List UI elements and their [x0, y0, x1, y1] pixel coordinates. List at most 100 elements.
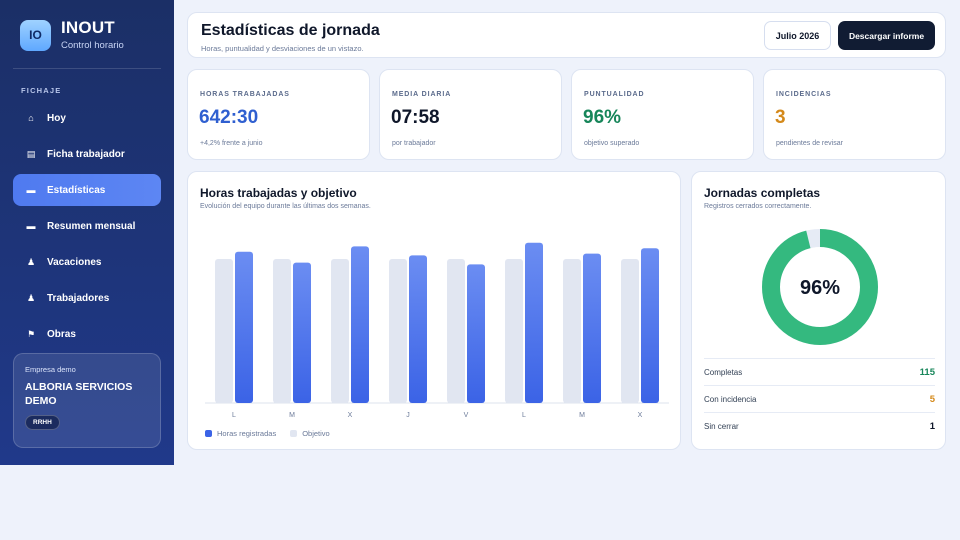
kpi-card-punctuality: PUNTUALIDAD 96% objetivo superado: [571, 69, 754, 160]
app-name: INOUT: [61, 18, 115, 37]
hours-chart-card: L M X J V L M X Horas trabajadas y objetivo Evo…: [187, 171, 681, 450]
donut-subtitle: Registros cerrados correctamente.: [704, 203, 812, 210]
kpi-value: 3: [775, 107, 786, 128]
page-header: Estadísticas de jornada Horas, puntualid…: [187, 12, 946, 58]
stat-row-complete: Completas 115: [704, 358, 935, 385]
chart-legend: Horas registradas Objetivo: [205, 429, 344, 438]
kpi-value: 07:58: [391, 107, 440, 128]
kpi-note: por trabajador: [392, 140, 436, 147]
bar-horas-registradas-4: [467, 264, 485, 403]
kpi-card-daily-average: MEDIA DIARIA 07:58 por trabajador: [379, 69, 562, 160]
bar-objetivo-1: [273, 259, 291, 403]
x-tick-label: M: [289, 412, 295, 419]
company-label: Empresa demo: [25, 365, 76, 374]
kpi-card-incidents: INCIDENCIAS 3 pendientes de revisar: [763, 69, 946, 160]
id-card-icon: ▤: [26, 148, 36, 159]
sidebar-item-resumen-mensual[interactable]: ▬ Resumen mensual: [13, 210, 161, 242]
sidebar-item-label: Hoy: [47, 112, 66, 124]
x-tick-label: X: [638, 412, 643, 419]
bar-objetivo-4: [447, 259, 465, 403]
month-selector-button[interactable]: Julio 2026: [764, 21, 831, 50]
donut-title: Jornadas completas: [704, 186, 821, 200]
home-icon: ⌂: [28, 113, 34, 123]
kpi-label: INCIDENCIAS: [776, 91, 832, 98]
x-tick-label: X: [348, 412, 353, 419]
company-card: Empresa demo ALBORIA SERVICIOS DEMO RRHH: [13, 353, 161, 448]
sidebar-divider: [13, 68, 161, 69]
sidebar-section-title: FICHAJE: [21, 86, 62, 95]
x-tick-label: J: [406, 412, 410, 419]
sidebar-item-estadísticas[interactable]: ▬ Estadísticas: [13, 174, 161, 206]
sidebar-item-obras[interactable]: ⚑ Obras: [13, 318, 161, 350]
flag-icon: ⚑: [26, 328, 36, 339]
sidebar-item-trabajadores[interactable]: ♟ Trabajadores: [13, 282, 161, 314]
sidebar-item-vacaciones[interactable]: ♟ Vacaciones: [13, 246, 161, 278]
complete-days-card: Jornadas completas Registros cerrados co…: [691, 171, 946, 450]
role-badge: RRHH: [25, 415, 60, 430]
bar-horas-registradas-6: [583, 253, 601, 403]
bar-objetivo-6: [563, 259, 581, 403]
kpi-label: HORAS TRABAJADAS: [200, 91, 290, 98]
bar-horas-registradas-3: [409, 255, 427, 403]
kpi-value: 642:30: [199, 107, 259, 128]
hours-bar-chart: LMXJVLMX: [205, 242, 669, 419]
kpi-card-hours: HORAS TRABAJADAS 642:30 +4,2% frente a j…: [187, 69, 370, 160]
kpi-label: PUNTUALIDAD: [584, 91, 645, 98]
donut-center-value: 96%: [799, 277, 841, 299]
sidebar-nav: ⌂ Hoy ▤ Ficha trabajador ▬ Estadísticas ▬ Resum…: [13, 102, 161, 354]
kpi-note: +4,2% frente a junio: [200, 140, 263, 147]
bar-horas-registradas-2: [351, 246, 369, 403]
bar-objetivo-7: [621, 259, 639, 403]
sidebar-item-ficha-trabajador[interactable]: ▤ Ficha trabajador: [13, 138, 161, 170]
page-title: Estadísticas de jornada: [201, 22, 380, 39]
stat-label: Completas: [704, 367, 743, 377]
stat-value: 115: [919, 366, 935, 378]
page-subtitle: Horas, puntualidad y desviaciones de un …: [201, 44, 364, 53]
stat-label: Con incidencia: [704, 394, 757, 404]
x-tick-label: L: [522, 412, 526, 419]
kpi-note: pendientes de revisar: [776, 140, 843, 147]
legend-label: Horas registradas: [217, 429, 277, 438]
chart-title: Horas trabajadas y objetivo: [200, 186, 357, 200]
bar-objetivo-5: [505, 259, 523, 403]
stat-value: 5: [929, 393, 935, 405]
sidebar-item-hoy[interactable]: ⌂ Hoy: [13, 102, 161, 134]
sidebar-item-label: Vacaciones: [47, 256, 102, 268]
sidebar-item-label: Obras: [47, 328, 76, 340]
legend-label: Objetivo: [302, 429, 330, 438]
legend-swatch: [290, 430, 298, 437]
sidebar-item-label: Resumen mensual: [47, 220, 136, 232]
x-tick-label: M: [579, 412, 585, 419]
sidebar-item-label: Trabajadores: [47, 292, 110, 304]
sidebar-item-label: Estadísticas: [47, 184, 106, 196]
app-subtitle: Control horario: [61, 40, 124, 51]
company-name: ALBORIA SERVICIOS DEMO: [25, 381, 133, 407]
download-report-button[interactable]: Descargar informe: [838, 21, 935, 50]
chart-subtitle: Evolución del equipo durante las últimas…: [200, 203, 371, 210]
bar-horas-registradas-0: [235, 251, 253, 403]
x-tick-label: V: [464, 412, 469, 419]
stat-row-incident: Con incidencia 5: [704, 385, 935, 412]
x-tick-label: L: [232, 412, 236, 419]
sidebar-item-label: Ficha trabajador: [47, 148, 125, 160]
bar-objetivo-3: [389, 259, 407, 403]
stat-label: Sin cerrar: [704, 421, 739, 431]
legend-item-target: Objetivo: [290, 429, 330, 438]
kpi-note: objetivo superado: [584, 140, 640, 147]
calendar-icon: ▬: [26, 221, 36, 231]
bar-objetivo-2: [331, 259, 349, 403]
legend-swatch: [205, 430, 212, 437]
kpi-label: MEDIA DIARIA: [392, 91, 452, 98]
app-logo: IO: [20, 19, 51, 51]
stats-icon: ▬: [26, 185, 36, 195]
stat-value: 1: [929, 420, 935, 432]
sidebar: IO INOUT Control horario FICHAJE ⌂ Hoy ▤ Fi…: [0, 0, 174, 465]
legend-item-registered: Horas registradas: [205, 429, 276, 438]
bar-horas-registradas-7: [641, 248, 659, 403]
bar-horas-registradas-5: [525, 242, 543, 403]
kpi-value: 96%: [583, 107, 622, 128]
bar-objetivo-0: [215, 259, 233, 403]
stat-row-unclosed: Sin cerrar 1: [704, 412, 935, 439]
people-icon: ♟: [26, 292, 36, 303]
brand[interactable]: IO INOUT Control horario: [20, 19, 124, 51]
